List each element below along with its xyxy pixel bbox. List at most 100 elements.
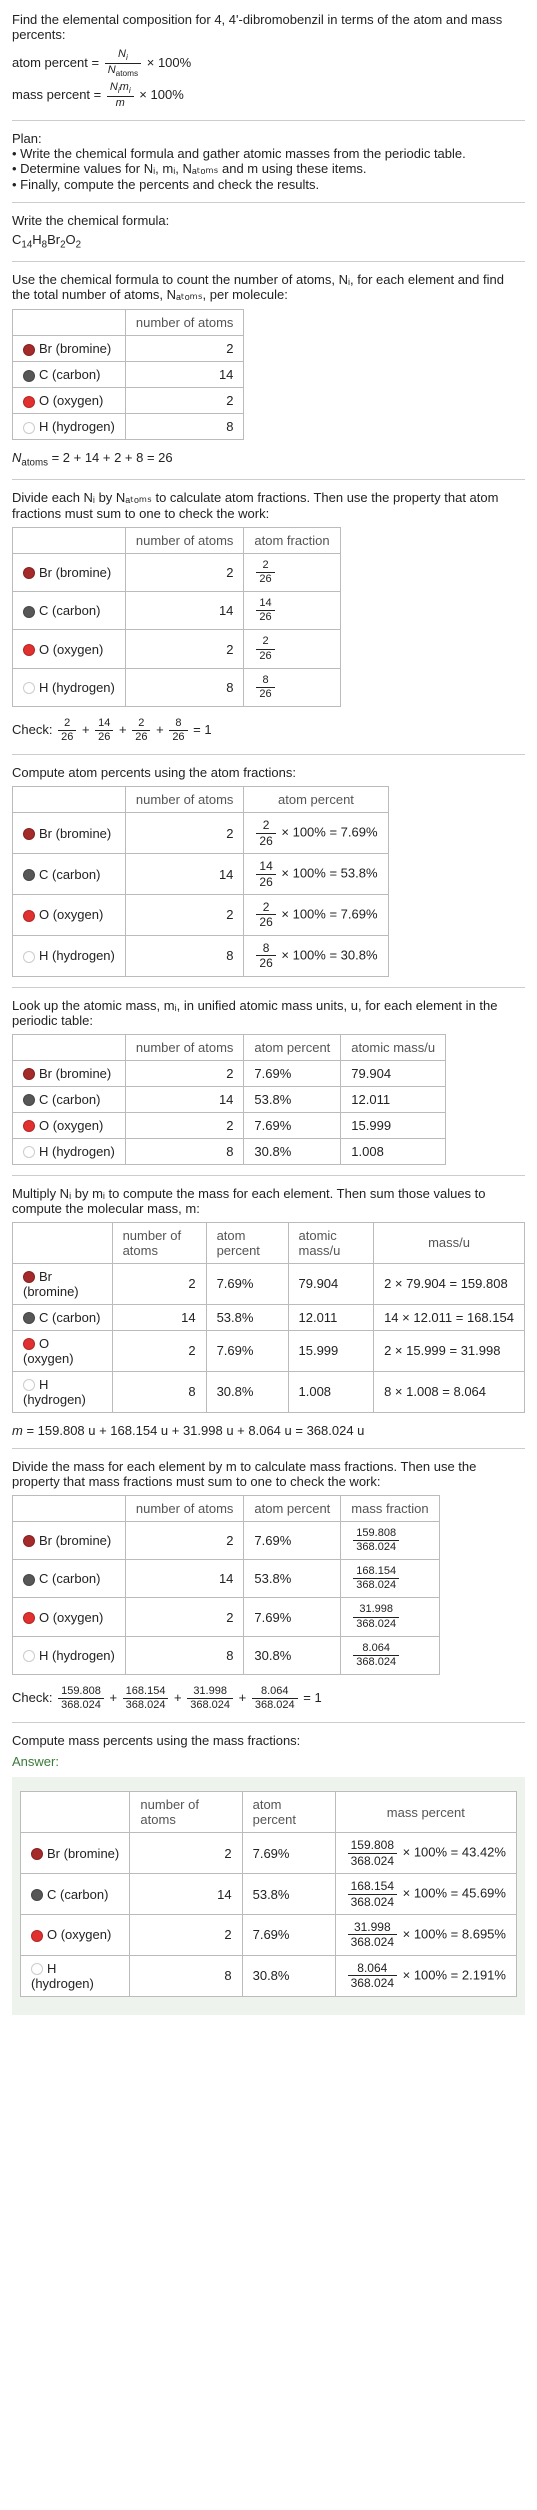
plan-title: Plan: — [12, 131, 525, 146]
intro: Find the elemental composition for 4, 4'… — [12, 12, 525, 110]
fraction: 826 — [169, 717, 187, 744]
col-header — [21, 1792, 130, 1833]
table-row: O (oxygen)27.69%15.9992 × 15.999 = 31.99… — [13, 1330, 525, 1371]
col-header: number of atoms — [125, 527, 244, 553]
answer-block: number of atomsatom percentmass percentB… — [12, 1777, 525, 2014]
count-atoms-table: number of atomsBr (bromine)2C (carbon)14… — [12, 309, 244, 440]
col-header: atom percent — [244, 1034, 341, 1060]
mass-percent-label: mass percent = — [12, 87, 105, 102]
col-header: number of atoms — [130, 1792, 242, 1833]
element-cell: O (oxygen) — [13, 1112, 126, 1138]
divider — [12, 1175, 525, 1176]
plan: Plan: Write the chemical formula and gat… — [12, 131, 525, 192]
count-cell: 8 — [125, 935, 244, 976]
element-color-dot — [23, 1120, 35, 1132]
atom-percent-label: atom percent = — [12, 55, 103, 70]
element-cell: Br (bromine) — [13, 336, 126, 362]
element-cell: C (carbon) — [13, 854, 126, 895]
fraction: 159.808368.024 — [348, 1838, 397, 1868]
table-row: O (oxygen)27.69%15.999 — [13, 1112, 446, 1138]
table-row: C (carbon)14 — [13, 362, 244, 388]
element-color-dot — [23, 422, 35, 434]
element-cell: O (oxygen) — [13, 630, 126, 668]
mass-fractions-check: Check: 159.808368.024 + 168.154368.024 +… — [12, 1685, 525, 1712]
element-cell: C (carbon) — [13, 1304, 113, 1330]
fraction-cell: 159.808368.024 — [341, 1521, 439, 1559]
element-color-dot — [23, 869, 35, 881]
table-row: H (hydrogen)830.8%1.0088 × 1.008 = 8.064 — [13, 1371, 525, 1412]
atomic-mass-section: Look up the atomic mass, mᵢ, in unified … — [12, 998, 525, 1165]
table-row: C (carbon)141426 — [13, 591, 341, 629]
element-cell: O (oxygen) — [13, 1598, 126, 1636]
fraction-cell: 1426 — [244, 591, 340, 629]
element-cell: C (carbon) — [13, 1559, 126, 1597]
element-cell: H (hydrogen) — [13, 935, 126, 976]
col-header — [13, 310, 126, 336]
fraction: 168.154368.024 — [348, 1879, 397, 1909]
element-symbol: C — [12, 232, 21, 247]
divider — [12, 261, 525, 262]
col-header: atomic mass/u — [288, 1222, 374, 1263]
count-cell: 2 — [125, 553, 244, 591]
element-cell: Br (bromine) — [13, 1521, 126, 1559]
count-cell: 8 — [112, 1371, 206, 1412]
col-header: number of atoms — [125, 1495, 244, 1521]
fraction: 159.808368.024 — [353, 1527, 399, 1554]
percent-cell: 7.69% — [242, 1915, 335, 1956]
element-color-dot — [23, 1379, 35, 1391]
col-header: atom percent — [242, 1792, 335, 1833]
divider — [12, 120, 525, 121]
count-cell: 2 — [125, 895, 244, 936]
amass-cell: 12.011 — [288, 1304, 374, 1330]
count-cell: 2 — [125, 388, 244, 414]
mass-percents-text: Compute mass percents using the mass fra… — [12, 1733, 525, 1748]
mass-cell: 79.904 — [341, 1060, 446, 1086]
element-cell: Br (bromine) — [21, 1833, 130, 1874]
element-color-dot — [23, 1068, 35, 1080]
count-cell: 14 — [125, 1559, 244, 1597]
fraction: 31.998368.024 — [187, 1685, 233, 1712]
fraction: 826 — [256, 941, 275, 971]
fraction-cell: 168.154368.024 — [341, 1559, 439, 1597]
prompt-text: Find the elemental composition for 4, 4'… — [12, 12, 525, 42]
element-count: 14 — [21, 240, 32, 251]
element-cell: C (carbon) — [21, 1874, 130, 1915]
mass-percent-formula: mass percent = Nimi m × 100% — [12, 81, 525, 110]
table-row: Br (bromine)27.69%159.808368.024 — [13, 1521, 440, 1559]
element-cell: Br (bromine) — [13, 813, 126, 854]
element-cell: H (hydrogen) — [21, 1955, 130, 1996]
fraction: 31.998368.024 — [348, 1920, 397, 1950]
count-cell: 2 — [125, 1521, 244, 1559]
amass-cell: 79.904 — [288, 1263, 374, 1304]
mass-calc-cell: 14 × 12.011 = 168.154 — [374, 1304, 525, 1330]
col-header — [13, 787, 126, 813]
atom-fractions-section: Divide each Nᵢ by Nₐₜₒₘₛ to calculate at… — [12, 490, 525, 745]
element-color-dot — [23, 344, 35, 356]
table-row: C (carbon)141426 × 100% = 53.8% — [13, 854, 389, 895]
percent-cell: 226 × 100% = 7.69% — [244, 895, 388, 936]
element-cell: Br (bromine) — [13, 1060, 126, 1086]
element-symbol: H — [32, 232, 41, 247]
element-color-dot — [23, 1146, 35, 1158]
col-header — [13, 1495, 126, 1521]
mass-percents-table: number of atomsatom percentmass percentB… — [20, 1791, 517, 1996]
element-color-dot — [31, 1848, 43, 1860]
mass-sum: m = 159.808 u + 168.154 u + 31.998 u + 8… — [12, 1423, 525, 1438]
fraction: 226 — [58, 717, 76, 744]
element-color-dot — [23, 1612, 35, 1624]
element-color-dot — [23, 682, 35, 694]
divider — [12, 479, 525, 480]
element-color-dot — [23, 1650, 35, 1662]
count-atoms-section: Use the chemical formula to count the nu… — [12, 272, 525, 469]
plan-item: Finally, compute the percents and check … — [12, 177, 525, 192]
count-cell: 8 — [125, 668, 244, 706]
element-cell: C (carbon) — [13, 1086, 126, 1112]
col-header — [13, 527, 126, 553]
fraction-cell: 826 — [244, 668, 340, 706]
fraction: 226 — [256, 900, 275, 930]
col-header: mass/u — [374, 1222, 525, 1263]
table-row: Br (bromine)27.69%159.808368.024 × 100% … — [21, 1833, 517, 1874]
atom-percent-formula: atom percent = Ni Natoms × 100% — [12, 48, 525, 79]
table-row: Br (bromine)27.69%79.904 — [13, 1060, 446, 1086]
fraction-cell: 226 — [244, 630, 340, 668]
